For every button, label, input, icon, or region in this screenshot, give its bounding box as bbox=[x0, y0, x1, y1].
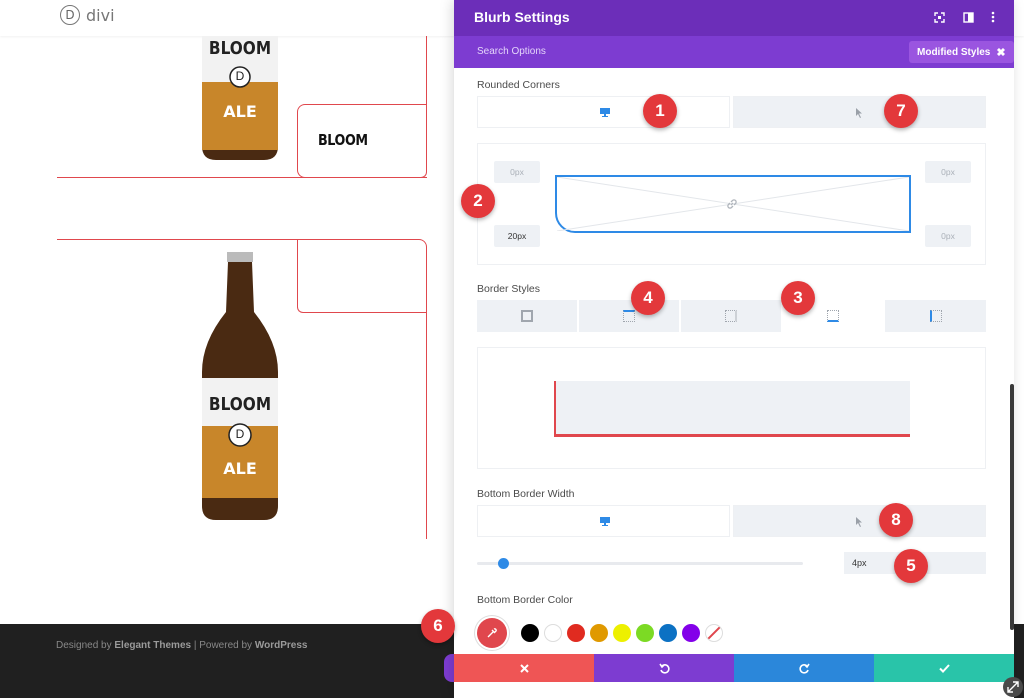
corner-bottom-left-field[interactable]: 20px bbox=[494, 225, 540, 247]
modified-styles-label: Modified Styles bbox=[917, 46, 991, 58]
corners-editor: 0px 0px 20px 0px bbox=[477, 143, 986, 265]
annotation-marker-1: 1 bbox=[643, 94, 677, 128]
border-left-tab[interactable] bbox=[885, 300, 986, 332]
cancel-button[interactable] bbox=[454, 654, 594, 682]
panel-subheader: Search Options Modified Styles ✖ bbox=[454, 36, 1014, 68]
undo-icon bbox=[658, 663, 670, 674]
panel-header: Blurb Settings bbox=[454, 0, 1014, 36]
color-swatch[interactable] bbox=[613, 624, 631, 642]
redo-icon bbox=[798, 663, 810, 674]
redo-button[interactable] bbox=[734, 654, 874, 682]
bottle-type: ALE bbox=[223, 102, 257, 121]
corner-top-right-field[interactable]: 0px bbox=[925, 161, 971, 183]
beer-bottle-image: BLOOM D ALE bbox=[198, 36, 282, 160]
bottle-type: ALE bbox=[223, 459, 257, 478]
footer-prefix: Designed by bbox=[56, 640, 115, 651]
panel-title: Blurb Settings bbox=[474, 9, 570, 25]
desktop-icon bbox=[600, 108, 610, 117]
color-swatch[interactable] bbox=[636, 624, 654, 642]
corner-top-left-field[interactable]: 0px bbox=[494, 161, 540, 183]
bottle-letter: D bbox=[235, 69, 245, 83]
more-options-icon[interactable] bbox=[986, 10, 1000, 24]
split-view-icon[interactable] bbox=[961, 10, 975, 24]
bottom-border-width-label: Bottom Border Width bbox=[477, 488, 575, 500]
border-top-icon bbox=[623, 310, 635, 322]
footer-elegant-link[interactable]: Elegant Themes bbox=[114, 640, 191, 651]
link-icon[interactable] bbox=[726, 198, 738, 210]
no-color-swatch[interactable] bbox=[705, 624, 723, 642]
bottom-border-color-label: Bottom Border Color bbox=[477, 594, 573, 606]
color-swatch[interactable] bbox=[521, 624, 539, 642]
bottle-letter: D bbox=[235, 427, 245, 441]
logo-text: divi bbox=[86, 5, 115, 25]
settings-panel: Blurb Settings Search Options Modified S… bbox=[454, 0, 1014, 698]
tab-desktop-width[interactable] bbox=[477, 505, 730, 537]
page: D divi BLOOM BLOOM D ALE BLOOM D ALE Des… bbox=[0, 0, 1024, 698]
resize-icon bbox=[1007, 681, 1019, 693]
resize-handle[interactable] bbox=[1003, 677, 1023, 697]
annotation-marker-4: 4 bbox=[631, 281, 665, 315]
border-all-tab[interactable] bbox=[477, 300, 577, 332]
beer-bottle-image: BLOOM D ALE bbox=[198, 252, 282, 520]
divi-logo[interactable]: D divi bbox=[60, 5, 115, 25]
close-icon bbox=[519, 663, 529, 673]
footer-credits: Designed by Elegant Themes | Powered by … bbox=[56, 640, 307, 651]
annotation-marker-2: 2 bbox=[461, 184, 495, 218]
border-right-tab[interactable] bbox=[681, 300, 781, 332]
corner-bottom-right-field[interactable]: 0px bbox=[925, 225, 971, 247]
rounded-corners-label: Rounded Corners bbox=[477, 79, 560, 91]
color-swatch[interactable] bbox=[544, 624, 562, 642]
tab-desktop[interactable] bbox=[477, 96, 730, 128]
color-picker-button[interactable] bbox=[477, 618, 507, 648]
eyedropper-icon bbox=[487, 628, 497, 638]
fullscreen-icon[interactable] bbox=[932, 10, 946, 24]
bottle-brand: BLOOM bbox=[208, 394, 272, 415]
blurb-card-2[interactable] bbox=[297, 239, 427, 313]
divider-line bbox=[57, 177, 297, 178]
annotation-marker-3: 3 bbox=[781, 281, 815, 315]
corner-preview bbox=[555, 175, 911, 233]
blurb-title: BLOOM bbox=[318, 131, 368, 149]
border-preview bbox=[554, 381, 910, 437]
panel-footer bbox=[454, 654, 1014, 682]
search-options-input[interactable]: Search Options bbox=[477, 46, 546, 57]
footer-sep: | Powered by bbox=[191, 640, 255, 651]
cursor-icon bbox=[856, 108, 862, 118]
check-icon bbox=[938, 663, 950, 673]
border-styles-label: Border Styles bbox=[477, 283, 541, 295]
border-preview-box bbox=[477, 347, 986, 469]
undo-button[interactable] bbox=[594, 654, 734, 682]
desktop-icon bbox=[600, 517, 610, 526]
cursor-icon bbox=[856, 517, 862, 527]
save-button[interactable] bbox=[874, 654, 1014, 682]
border-bottom-icon bbox=[827, 310, 839, 322]
modified-styles-filter[interactable]: Modified Styles ✖ bbox=[909, 41, 1014, 63]
color-swatch[interactable] bbox=[590, 624, 608, 642]
border-all-icon bbox=[521, 310, 533, 322]
color-swatch[interactable] bbox=[682, 624, 700, 642]
border-width-slider-thumb[interactable] bbox=[498, 558, 510, 569]
panel-scrollbar[interactable] bbox=[1010, 384, 1014, 630]
annotation-marker-7: 7 bbox=[884, 94, 918, 128]
panel-body: Rounded Corners 0px 0px 20px 0px Border … bbox=[454, 68, 1014, 654]
footer-wp-link[interactable]: WordPress bbox=[255, 640, 308, 651]
annotation-marker-8: 8 bbox=[879, 503, 913, 537]
bottle-brand: BLOOM bbox=[208, 38, 272, 59]
tab-hover-width[interactable] bbox=[733, 505, 986, 537]
color-swatch[interactable] bbox=[567, 624, 585, 642]
border-right-icon bbox=[725, 310, 737, 322]
annotation-marker-6: 6 bbox=[421, 609, 455, 643]
border-left-icon bbox=[929, 310, 942, 322]
color-swatch[interactable] bbox=[659, 624, 677, 642]
border-top-tab[interactable] bbox=[579, 300, 679, 332]
annotation-marker-5: 5 bbox=[894, 549, 928, 583]
tab-hover[interactable] bbox=[733, 96, 986, 128]
border-width-slider[interactable] bbox=[477, 562, 803, 565]
logo-icon: D bbox=[60, 5, 80, 25]
close-icon[interactable]: ✖ bbox=[996, 46, 1005, 59]
